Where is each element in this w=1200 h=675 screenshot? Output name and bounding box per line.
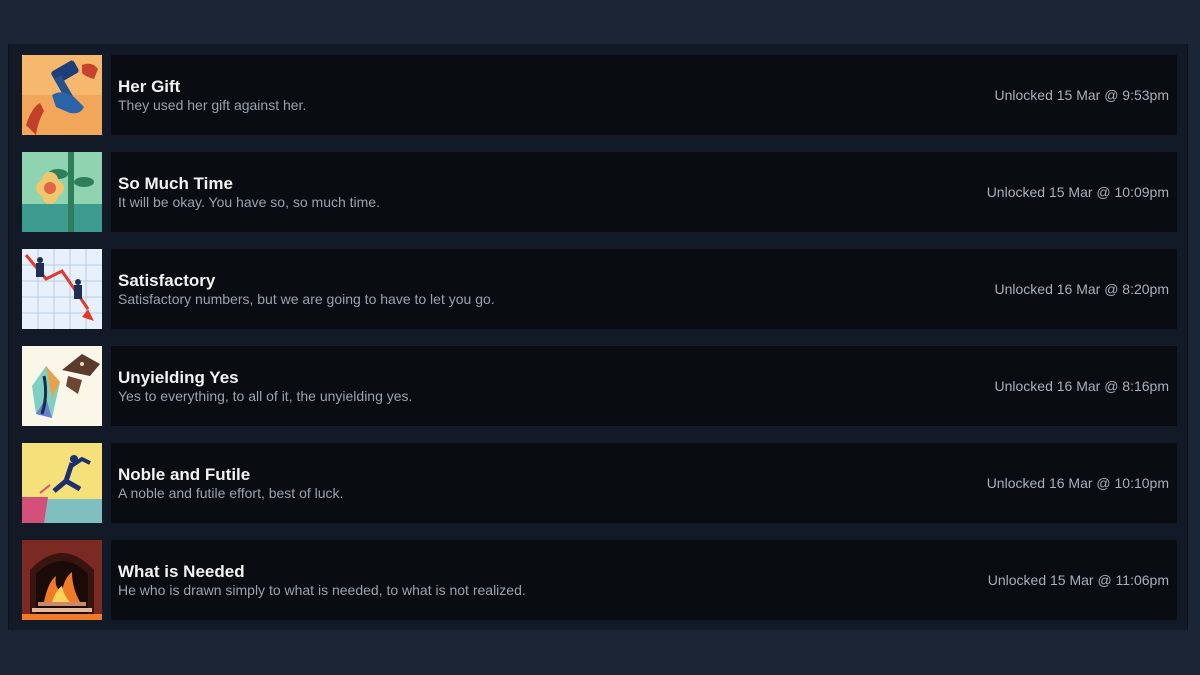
fireplace-icon [22, 540, 102, 620]
hammer-hands-icon [22, 55, 102, 135]
achievement-title: Unyielding Yes [118, 368, 239, 387]
achievement-description: A noble and futile effort, best of luck. [118, 485, 344, 501]
leaping-figure-icon [22, 443, 102, 523]
achievement-row[interactable]: Satisfactory Satisfactory numbers, but w… [22, 249, 1177, 329]
unlock-timestamp: Unlocked 15 Mar @ 11:06pm [987, 572, 1169, 588]
achievement-row[interactable]: So Much Time It will be okay. You have s… [22, 152, 1177, 232]
achievement-card: Satisfactory Satisfactory numbers, but w… [111, 249, 1177, 329]
achievement-description: Satisfactory numbers, but we are going t… [118, 291, 495, 307]
unlock-timestamp: Unlocked 16 Mar @ 10:10pm [986, 475, 1169, 491]
unlock-timestamp: Unlocked 15 Mar @ 10:09pm [986, 184, 1169, 200]
moth-crystal-icon [22, 346, 102, 426]
achievement-row[interactable]: Her Gift They used her gift against her.… [22, 55, 1177, 135]
achievement-row[interactable]: Unyielding Yes Yes to everything, to all… [22, 346, 1177, 426]
achievement-card: Unyielding Yes Yes to everything, to all… [111, 346, 1177, 426]
achievement-title: Her Gift [118, 77, 181, 96]
unlock-timestamp: Unlocked 16 Mar @ 8:16pm [994, 378, 1169, 394]
achievement-title: Satisfactory [118, 271, 216, 290]
achievement-description: It will be okay. You have so, so much ti… [118, 194, 380, 210]
achievement-description: He who is drawn simply to what is needed… [118, 582, 526, 598]
achievement-card: Noble and Futile A noble and futile effo… [111, 443, 1177, 523]
achievement-title: Noble and Futile [118, 465, 251, 484]
achievement-title: So Much Time [118, 174, 233, 193]
unlock-timestamp: Unlocked 16 Mar @ 8:20pm [994, 281, 1169, 297]
flower-icon [22, 152, 102, 232]
achievement-card: So Much Time It will be okay. You have s… [111, 152, 1177, 232]
achievement-card: Her Gift They used her gift against her.… [111, 55, 1177, 135]
achievements-panel: Her Gift They used her gift against her.… [8, 44, 1188, 630]
achievement-title: What is Needed [118, 562, 245, 581]
achievement-card: What is Needed He who is drawn simply to… [111, 540, 1177, 620]
achievement-description: They used her gift against her. [118, 97, 307, 113]
achievement-row[interactable]: What is Needed He who is drawn simply to… [22, 540, 1177, 620]
falling-chart-icon [22, 249, 102, 329]
achievement-row[interactable]: Noble and Futile A noble and futile effo… [22, 443, 1177, 523]
achievement-description: Yes to everything, to all of it, the uny… [118, 388, 413, 404]
unlock-timestamp: Unlocked 15 Mar @ 9:53pm [994, 87, 1169, 103]
